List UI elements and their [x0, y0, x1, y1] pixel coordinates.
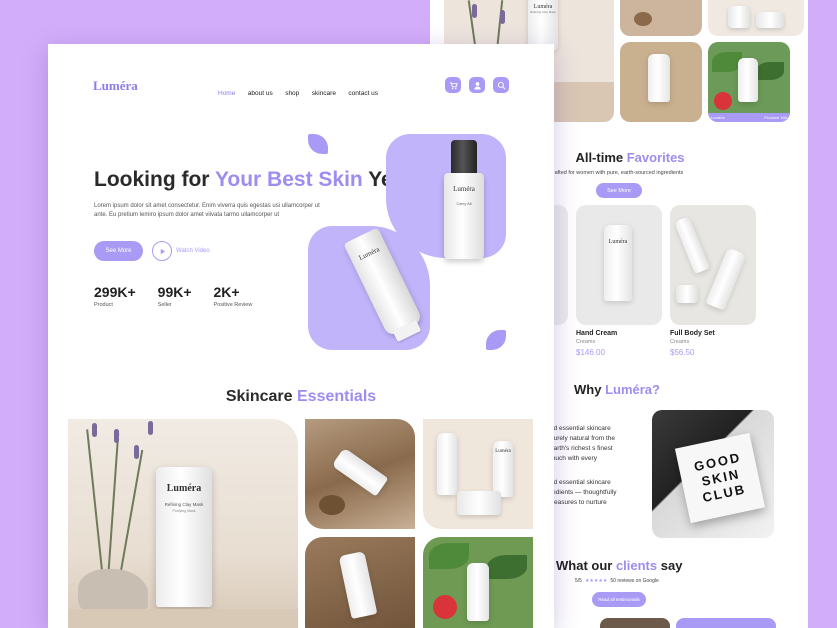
product-name: Hand Cream — [576, 330, 618, 337]
stat-value: 99K+ — [157, 284, 192, 300]
reviews-count: 50 reviews on Google — [610, 578, 659, 584]
clay-mask-sub: Purifying Mask — [172, 509, 196, 513]
nav-home[interactable]: Home — [218, 90, 235, 97]
gallery-image-green: Luméra Produce 185 — [708, 42, 790, 122]
clay-mask-brand: Luméra — [166, 483, 202, 494]
nav-shop[interactable]: shop — [285, 90, 299, 97]
serum-bottle: Luméra Carry All — [444, 140, 484, 260]
essentials-title: Skincare Essentials — [48, 388, 554, 406]
stats-row: 299K+ Product 99K+ Seller 2K+ Positive Revi… — [94, 284, 252, 308]
decor-blob-corner — [486, 330, 506, 350]
favorites-see-more-button[interactable]: See More — [596, 183, 642, 198]
hero-see-more-button[interactable]: See More — [94, 241, 143, 261]
why-title-a: Why — [574, 382, 606, 397]
product-category: Creams — [576, 339, 596, 345]
product-card-hand-cream[interactable]: Hand Cream Creams $146.00 — [576, 330, 617, 357]
product-price: $146.00 — [576, 348, 605, 357]
product-name: Full Body Set — [670, 330, 715, 337]
essentials-image-green[interactable] — [423, 537, 533, 628]
hero-art: Luméra Carry All Luméra — [304, 130, 514, 352]
essentials-image-main[interactable]: Luméra Refining Clay Mask Purifying Mask — [68, 419, 298, 628]
user-icon[interactable] — [469, 77, 485, 93]
set-brand: Luméra — [495, 449, 511, 454]
essentials-image-bottle[interactable] — [305, 537, 415, 628]
gallery-image-top-mid — [620, 0, 702, 36]
gallery-caption-right: Produce 185 — [764, 115, 787, 120]
favorites-title-b: Favorites — [626, 150, 685, 165]
why-paragraph-2: nd essential skincare redients — thought… — [550, 479, 617, 506]
why-title-b: Luméra? — [605, 382, 660, 397]
rating-value: 5/5 — [575, 578, 582, 584]
stat-label: Positive Review — [213, 302, 253, 308]
favorite-image-hand-cream[interactable]: Luméra — [576, 205, 662, 325]
testimonial-image — [600, 618, 670, 628]
favorites-subtitle: crafted for women with pure, earth-sourc… — [550, 170, 684, 176]
cream-brand: Luméra — [357, 245, 381, 263]
star-icon: ★★★★★ — [584, 578, 608, 584]
gallery-image-mid — [620, 42, 702, 122]
main-nav: Home about us shop skincare contact us — [218, 82, 386, 100]
stat-sellers: 99K+ Seller — [158, 284, 192, 308]
clients-title: What our clients say — [556, 558, 682, 573]
hand-cream-brand: Luméra — [608, 239, 628, 245]
essentials-title-b: Essentials — [297, 388, 377, 405]
clay-mask-name: Refining Clay Mask — [164, 502, 204, 507]
serum-name: Carry All — [456, 201, 472, 206]
stat-label: Product — [94, 302, 113, 308]
clay-mask-tube: Luméra Refining Clay Mask Purifying Mask — [156, 467, 212, 607]
read-testimonials-button[interactable]: Read all testimonials — [592, 592, 646, 607]
favorites-title-a: All-time — [575, 150, 627, 165]
favorites-title: All-time Favorites — [550, 150, 710, 165]
search-icon[interactable] — [493, 77, 509, 93]
watch-video-label: Watch Video — [176, 248, 210, 254]
clients-title-b: clients — [615, 558, 658, 573]
hero-description: Lorem ipsum dolor sit amet consectetur. … — [94, 203, 320, 218]
serum-brand: Luméra — [453, 185, 475, 193]
essentials-image-set[interactable]: Luméra — [423, 419, 533, 529]
header-icons — [445, 77, 509, 93]
front-page: Luméra Home about us shop skincare conta… — [48, 44, 554, 628]
stat-label: Seller — [157, 302, 172, 308]
cart-icon[interactable] — [445, 77, 461, 93]
stat-reviews: 2K+ Positive Review — [214, 284, 253, 308]
gallery-image-top-right — [708, 0, 804, 36]
watch-video-link[interactable]: Watch Video — [152, 241, 210, 261]
why-title: Why Luméra? — [574, 382, 660, 397]
stat-value: 299K+ — [94, 284, 136, 300]
rating-row: 5/5 ★★★★★ 50 reviews on Google — [575, 578, 659, 584]
stat-value: 2K+ — [213, 284, 240, 300]
product-category: Creams — [670, 339, 690, 345]
essentials-image-wood[interactable] — [305, 419, 415, 529]
play-icon[interactable] — [152, 241, 172, 261]
clients-title-c: say — [657, 558, 683, 573]
product-card-full-body-set[interactable]: Full Body Set Creams $56.50 — [670, 330, 715, 357]
clients-title-a: What our — [556, 558, 616, 573]
top-tube-name: Refining Clay Mask — [530, 10, 556, 14]
nav-skincare[interactable]: skincare — [312, 90, 336, 97]
logo[interactable]: Luméra — [93, 78, 138, 94]
product-price: $56.50 — [670, 348, 695, 357]
hero-title-a: Looking for — [94, 168, 215, 191]
nav-contact[interactable]: contact us — [348, 90, 378, 97]
stat-products: 299K+ Product — [94, 284, 136, 308]
why-paragraph-1: nd essential skincare purely natural fro… — [550, 425, 616, 462]
decor-blob-small — [308, 134, 328, 154]
testimonial-card — [676, 618, 776, 628]
favorite-image-full-body-set[interactable] — [670, 205, 756, 325]
essentials-title-a: Skincare — [225, 388, 297, 405]
good-skin-club-image: GOOD SKIN CLUB — [652, 410, 774, 538]
nav-about[interactable]: about us — [248, 90, 273, 97]
